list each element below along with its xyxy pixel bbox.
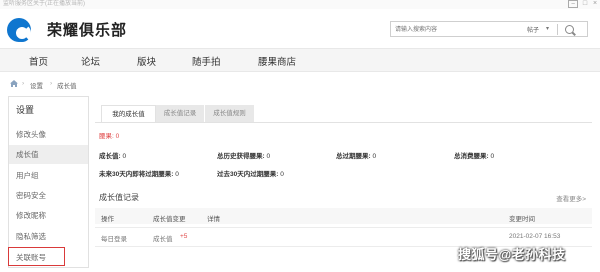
site-name[interactable]: 荣耀俱乐部 [47, 19, 127, 40]
page: 监听服务区关于(正在播放当前) − □ × 荣耀俱乐部 帖子 ▾ 首页 论坛 版… [0, 0, 600, 272]
stat-value: 0 [122, 153, 127, 160]
column-header-detail: 详情 [207, 216, 220, 223]
sidebar-item-nickname[interactable]: 修改昵称 [9, 206, 88, 225]
cashew-total-value: 0 [115, 133, 120, 140]
breadcrumb-separator: › [50, 80, 53, 87]
divider [557, 24, 558, 35]
stat-label: 总消费腰果: [454, 153, 489, 160]
tab-my-growth[interactable]: 我的成长值 [101, 105, 156, 122]
stat-label: 未来30天内即将过期腰果: [99, 171, 174, 178]
breadcrumb-growth: 成长值 [57, 83, 77, 90]
nav-item-home[interactable]: 首页 [29, 54, 48, 68]
stat-growth: 成长值: 0 [99, 150, 126, 160]
site-header: 荣耀俱乐部 帖子 ▾ [0, 9, 600, 47]
stat-label: 过去30天内过期腰果: [217, 171, 279, 178]
sidebar-title: 设置 [16, 105, 35, 115]
cashew-total: 腰果: 0 [99, 130, 119, 140]
chevron-down-icon[interactable]: ▾ [546, 25, 549, 32]
stat-value: 0 [175, 171, 179, 178]
stat-total-expired: 总过期腰果: 0 [336, 150, 376, 160]
highlight-box [8, 247, 65, 266]
table-cell-action: 每日登录 [101, 236, 127, 243]
view-more-link[interactable]: 查看更多> [556, 193, 586, 203]
minimize-icon[interactable]: − [568, 0, 578, 8]
home-icon[interactable] [10, 80, 18, 87]
sidebar-item-growth[interactable]: 成长值 [9, 145, 88, 164]
breadcrumb-separator: › [22, 80, 25, 87]
search-input[interactable] [395, 24, 513, 35]
tab-divider [95, 122, 592, 123]
main-content: 我的成长值 成长值记录 成长值规则 腰果: 0 成长值: 0 总历史获得腰果: … [95, 100, 592, 268]
nav-item-snapshots[interactable]: 随手拍 [192, 54, 221, 68]
nav-item-boards[interactable]: 版块 [137, 54, 156, 68]
stat-value: 0 [280, 171, 284, 178]
search-scope-select[interactable]: 帖子 [527, 25, 539, 34]
tab-growth-rules[interactable]: 成长值规则 [205, 105, 254, 122]
main-nav: 首页 论坛 版块 随手拍 腰果商店 [0, 48, 600, 72]
close-icon[interactable]: × [590, 0, 600, 8]
stat-expiring-30d: 未来30天内即将过期腰果: 0 [99, 168, 179, 178]
divider [95, 227, 592, 228]
stat-total-earned: 总历史获得腰果: 0 [217, 150, 270, 160]
table-cell-change-label: 成长值 [153, 236, 173, 243]
nav-item-shop[interactable]: 腰果商店 [258, 54, 296, 68]
settings-sidebar: 设置 修改头像 成长值 用户组 密码安全 修改昵称 隐私筛选 关联账号 [8, 96, 89, 268]
records-title: 成长值记录 [99, 193, 139, 202]
stat-value: 0 [266, 153, 271, 160]
logo-icon[interactable] [7, 18, 31, 42]
stat-value: 0 [372, 153, 377, 160]
table-cell-time: 2021-02-07 16:53 [509, 233, 561, 240]
stat-total-spent: 总消费腰果: 0 [454, 150, 494, 160]
stat-value: 0 [490, 153, 495, 160]
stat-label: 成长值: [99, 153, 121, 160]
breadcrumb: › 设置 › 成长值 [0, 78, 600, 91]
search-box: 帖子 ▾ [390, 21, 588, 37]
search-icon[interactable] [565, 25, 574, 34]
stat-label: 总历史获得腰果: [217, 153, 265, 160]
sidebar-item-password[interactable]: 密码安全 [9, 186, 88, 205]
column-header-action: 操作 [101, 216, 114, 223]
top-strip: 监听服务区关于(正在播放当前) − □ × [0, 0, 600, 9]
sidebar-item-usergroup[interactable]: 用户组 [9, 166, 88, 185]
column-header-time: 变更时间 [509, 216, 535, 223]
tab-growth-records[interactable]: 成长值记录 [156, 105, 204, 122]
sidebar-item-avatar[interactable]: 修改头像 [9, 125, 88, 144]
table-cell-change-value: +5 [180, 233, 188, 240]
column-header-change: 成长值变更 [153, 216, 186, 223]
stat-label: 总过期腰果: [336, 153, 371, 160]
watermark: 搜狐号@老孙科技 [458, 247, 566, 262]
restore-icon[interactable]: □ [580, 0, 590, 8]
sidebar-item-privacy[interactable]: 隐私筛选 [9, 227, 88, 246]
stat-expired-30d: 过去30天内过期腰果: 0 [217, 168, 284, 178]
top-strip-text: 监听服务区关于(正在播放当前) [3, 1, 85, 7]
nav-item-forum[interactable]: 论坛 [81, 54, 100, 68]
breadcrumb-settings[interactable]: 设置 [30, 80, 43, 90]
cashew-total-label: 腰果: [99, 133, 116, 140]
